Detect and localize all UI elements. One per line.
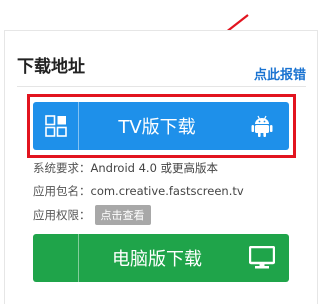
package-name: 应用包名：com.creative.fastscreen.tv xyxy=(33,183,244,199)
pc-download-label: 电脑版下载 xyxy=(112,249,202,270)
package-label: 应用包名： xyxy=(33,184,91,198)
system-requirement: 系统要求：Android 4.0 或更高版本 xyxy=(33,160,218,176)
requirement-label: 系统要求： xyxy=(33,161,91,175)
pc-button-spacer xyxy=(33,234,79,282)
tv-download-label: TV版下载 xyxy=(118,117,196,138)
report-error-link[interactable]: 点此报错 xyxy=(254,64,306,83)
divider xyxy=(17,86,306,87)
grid-icon xyxy=(33,102,79,150)
tv-download-button[interactable]: TV版下载 xyxy=(33,102,289,150)
section-title: 下载地址 xyxy=(17,57,85,77)
app-permissions: 应用权限： 点击查看 xyxy=(33,205,151,225)
package-value: com.creative.fastscreen.tv xyxy=(90,184,244,198)
requirement-value: Android 4.0 或更高版本 xyxy=(90,161,219,175)
view-permissions-button[interactable]: 点击查看 xyxy=(94,205,151,225)
pc-download-button[interactable]: 电脑版下载 xyxy=(33,234,289,282)
monitor-icon xyxy=(235,234,289,282)
permission-label: 应用权限： xyxy=(33,208,91,222)
android-icon xyxy=(235,102,289,150)
